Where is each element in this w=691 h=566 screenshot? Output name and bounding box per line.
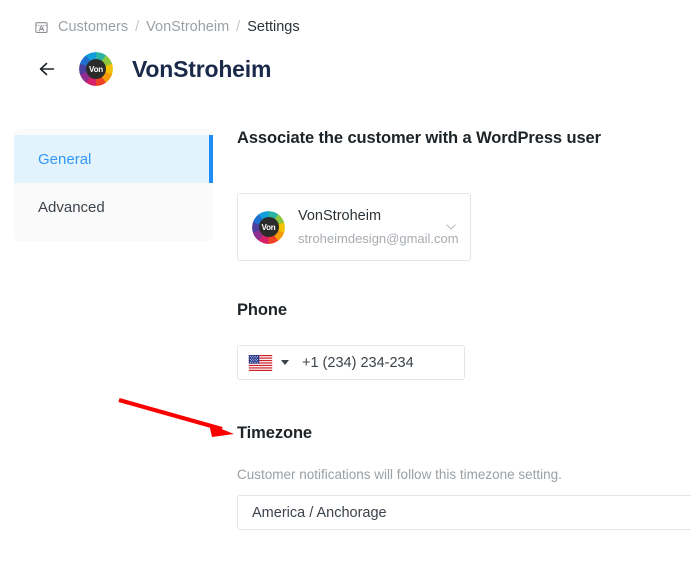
wordpress-user-details: VonStroheim stroheimdesign@gmail.com: [298, 207, 459, 248]
phone-field[interactable]: [237, 345, 489, 380]
breadcrumb-separator-2: /: [236, 19, 241, 35]
timezone-select[interactable]: America / Anchorage: [237, 495, 691, 530]
annotation-arrow: [118, 397, 234, 437]
settings-main-panel: Associate the customer with a WordPress …: [237, 129, 691, 566]
us-flag-icon: [248, 354, 273, 371]
timezone-selected-value: America / Anchorage: [252, 504, 387, 521]
caret-down-icon: [281, 360, 289, 365]
page-title: VonStroheim: [132, 55, 272, 82]
breadcrumb-item-settings: Settings: [247, 19, 300, 35]
phone-input[interactable]: [302, 354, 489, 371]
wordpress-user-heading: Associate the customer with a WordPress …: [237, 129, 601, 147]
sidebar-item-advanced[interactable]: Advanced: [14, 183, 213, 231]
arrow-left-icon[interactable]: [36, 58, 58, 80]
wordpress-user-email: stroheimdesign@gmail.com: [298, 230, 459, 246]
avatar: Von: [79, 52, 113, 86]
chevron-down-icon[interactable]: [444, 220, 458, 234]
sidebar-item-general[interactable]: General: [14, 135, 213, 183]
breadcrumb-separator-1: /: [135, 19, 140, 35]
timezone-description: Customer notifications will follow this …: [237, 467, 562, 482]
page-header: Von VonStroheim: [36, 50, 271, 88]
avatar-initials: Von: [86, 59, 106, 79]
timezone-heading: Timezone: [237, 424, 312, 442]
wordpress-user-avatar: Von: [252, 210, 285, 244]
wordpress-user-select[interactable]: Von VonStroheim stroheimdesign@gmail.com: [237, 193, 471, 261]
wordpress-user-name: VonStroheim: [298, 207, 382, 224]
phone-heading: Phone: [237, 301, 287, 319]
customers-card-icon: [35, 21, 48, 33]
sidebar-item-label: Advanced: [38, 198, 105, 216]
country-code-dropdown[interactable]: [248, 354, 289, 371]
avatar-initials: Von: [258, 217, 279, 237]
settings-sidebar: General Advanced: [14, 129, 213, 241]
breadcrumb-item-vonstroheim[interactable]: VonStroheim: [146, 17, 229, 37]
breadcrumb: Customers / VonStroheim / Settings: [34, 17, 300, 37]
breadcrumb-item-customers[interactable]: Customers: [58, 17, 128, 37]
sidebar-item-label: General: [38, 150, 92, 168]
